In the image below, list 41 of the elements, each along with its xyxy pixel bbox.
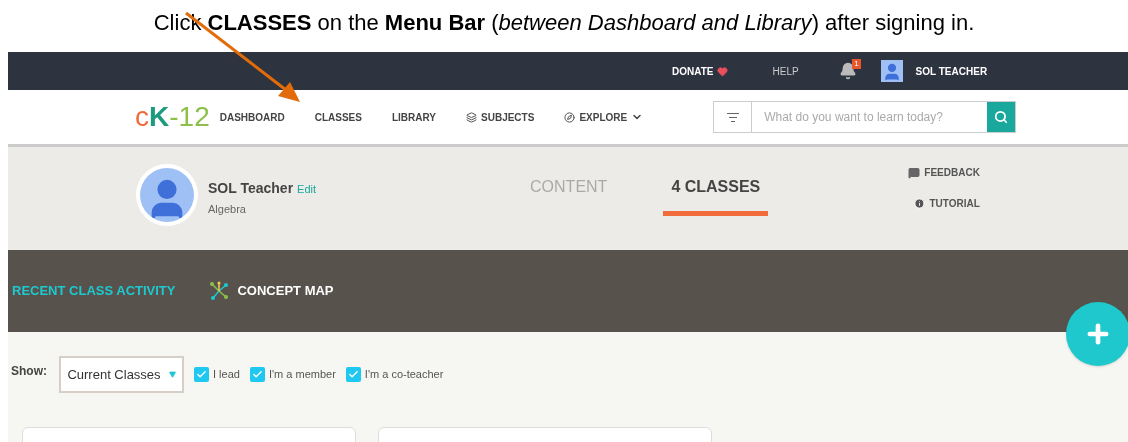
nav-link[interactable]: EXPLORE <box>564 109 644 125</box>
filter-checkbox[interactable]: I lead <box>194 366 240 383</box>
tutorial-link[interactable]: TUTORIAL <box>914 196 980 211</box>
profile-subject: Algebra <box>208 202 247 217</box>
search-button[interactable] <box>987 102 1016 132</box>
profile-tab[interactable]: 4 CLASSES <box>663 175 769 216</box>
profile-name: SOL Teacher <box>208 179 294 198</box>
notification-badge: 1 <box>852 59 861 69</box>
instruction-caption: Click CLASSES on the Menu Bar (between Dashboard and Library) after signing in. <box>153 9 975 37</box>
search-icon <box>994 110 1009 124</box>
search-bar[interactable]: What do you want to learn today? <box>713 101 1017 133</box>
show-label: Show: <box>11 363 47 380</box>
user-name[interactable]: SOL TEACHER <box>915 63 988 79</box>
donate-link[interactable]: DONATE <box>672 63 729 79</box>
class-filter-dropdown[interactable]: Current Classes <box>59 356 184 393</box>
check-icon <box>196 369 207 380</box>
layers-icon <box>466 111 477 123</box>
bell-icon[interactable] <box>838 62 857 80</box>
check-icon <box>347 369 359 380</box>
search-field[interactable]: What do you want to learn today? <box>752 102 988 132</box>
nav-link[interactable]: SUBJECTS <box>466 109 535 125</box>
nav-link[interactable]: DASHBOARD <box>219 109 285 125</box>
checkbox[interactable] <box>194 367 209 382</box>
sub-nav-link[interactable]: RECENT CLASS ACTIVITY <box>12 281 176 301</box>
feedback-link[interactable]: FEEDBACK <box>908 165 980 180</box>
info-icon <box>914 198 926 209</box>
compass-icon <box>564 111 576 123</box>
filter-checkbox[interactable]: I'm a co-teacher <box>345 366 444 383</box>
feedback-icon <box>908 166 921 179</box>
filter-checkbox[interactable]: I'm a member <box>249 366 336 383</box>
check-icon <box>251 369 263 380</box>
checkbox[interactable] <box>345 367 361 382</box>
sub-nav-link[interactable]: CONCEPT MAP <box>209 281 334 301</box>
nav-link[interactable]: LIBRARY <box>391 109 436 125</box>
nav-link[interactable]: CLASSES <box>314 109 362 125</box>
heart-icon <box>717 65 729 77</box>
help-link[interactable]: HELP <box>772 63 799 79</box>
caret-icon <box>168 371 176 378</box>
concept-map-icon <box>209 281 230 301</box>
checkbox[interactable] <box>249 367 265 382</box>
avatar-icon <box>880 60 903 82</box>
